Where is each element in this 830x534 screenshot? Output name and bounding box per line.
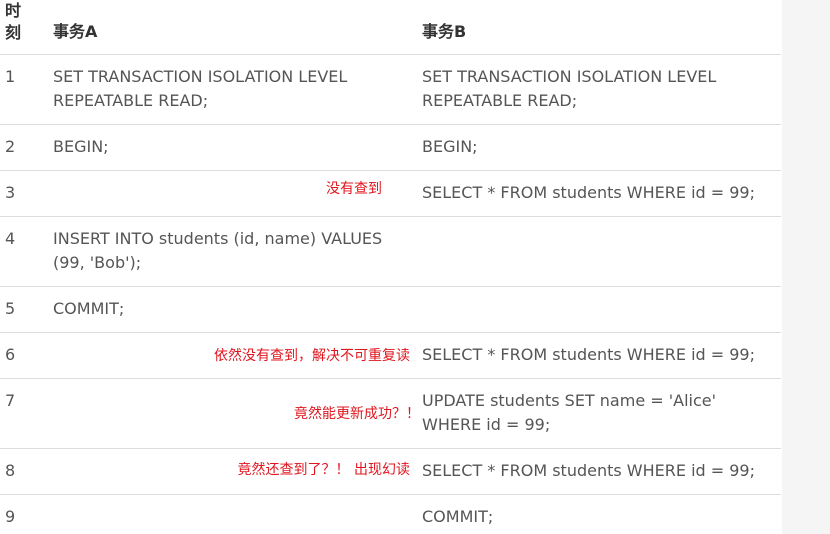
header-time: 时 刻: [0, 0, 41, 55]
table-row: 3 没有查到 SELECT * FROM students WHERE id =…: [0, 170, 781, 217]
table-row: 4 INSERT INTO students (id, name) VALUES…: [0, 216, 781, 287]
table-row: 2 BEGIN; BEGIN;: [0, 124, 781, 171]
row-transaction-a: [41, 494, 410, 534]
row-time: 1: [0, 54, 41, 125]
row-time: 6: [0, 332, 41, 379]
row-time: 8: [0, 448, 41, 495]
row-time: 4: [0, 216, 41, 287]
row-transaction-a: 依然没有查到，解决不可重复读: [41, 332, 410, 379]
header-time-label-2: 刻: [5, 23, 22, 42]
row-transaction-a: SET TRANSACTION ISOLATION LEVEL REPEATAB…: [41, 54, 410, 125]
row-transaction-a: 竟然还查到了？！ 出现幻读: [41, 448, 410, 495]
row-transaction-a: 没有查到: [41, 170, 410, 217]
row-transaction-b: COMMIT;: [410, 494, 781, 534]
row-transaction-b: BEGIN;: [410, 124, 781, 171]
annotation-note: 没有查到: [326, 181, 382, 197]
row-transaction-b: UPDATE students SET name = 'Alice' WHERE…: [410, 378, 781, 449]
header-time-label-1: 时: [5, 1, 22, 20]
row-time: 9: [0, 494, 41, 534]
annotation-note: 依然没有查到，解决不可重复读: [214, 348, 410, 364]
row-transaction-a: BEGIN;: [41, 124, 410, 171]
row-transaction-b: [410, 286, 781, 333]
row-time: 5: [0, 286, 41, 333]
row-transaction-b: SELECT * FROM students WHERE id = 99;: [410, 332, 781, 379]
table-row: 1 SET TRANSACTION ISOLATION LEVEL REPEAT…: [0, 54, 781, 125]
transaction-table: 时 刻 事务A 事务B 1 SET TRANSACTION ISOLATION …: [0, 0, 781, 534]
row-time: 2: [0, 124, 41, 171]
row-time: 7: [0, 378, 41, 449]
table-row: 6 依然没有查到，解决不可重复读 SELECT * FROM students …: [0, 332, 781, 379]
header-row: 时 刻 事务A 事务B: [0, 0, 781, 55]
page: 时 刻 事务A 事务B 1 SET TRANSACTION ISOLATION …: [0, 0, 830, 534]
right-margin: [782, 0, 830, 534]
annotation-note: 竟然能更新成功？！: [294, 406, 420, 422]
table-row: 8 竟然还查到了？！ 出现幻读 SELECT * FROM students W…: [0, 448, 781, 495]
row-transaction-b: SELECT * FROM students WHERE id = 99;: [410, 170, 781, 217]
table-row: 9 COMMIT;: [0, 494, 781, 534]
table-row: 5 COMMIT;: [0, 286, 781, 333]
row-transaction-b: [410, 216, 781, 287]
header-transaction-a: 事务A: [41, 0, 410, 55]
row-transaction-b: SET TRANSACTION ISOLATION LEVEL REPEATAB…: [410, 54, 781, 125]
annotation-note: 竟然还查到了？！ 出现幻读: [237, 462, 410, 478]
row-transaction-a: 竟然能更新成功？！: [41, 378, 420, 449]
row-transaction-a: COMMIT;: [41, 286, 410, 333]
table-row: 7 竟然能更新成功？！ UPDATE students SET name = '…: [0, 378, 781, 449]
row-transaction-b: SELECT * FROM students WHERE id = 99;: [410, 448, 781, 495]
row-transaction-a: INSERT INTO students (id, name) VALUES (…: [41, 216, 410, 287]
header-transaction-b: 事务B: [410, 0, 781, 55]
row-time: 3: [0, 170, 41, 217]
